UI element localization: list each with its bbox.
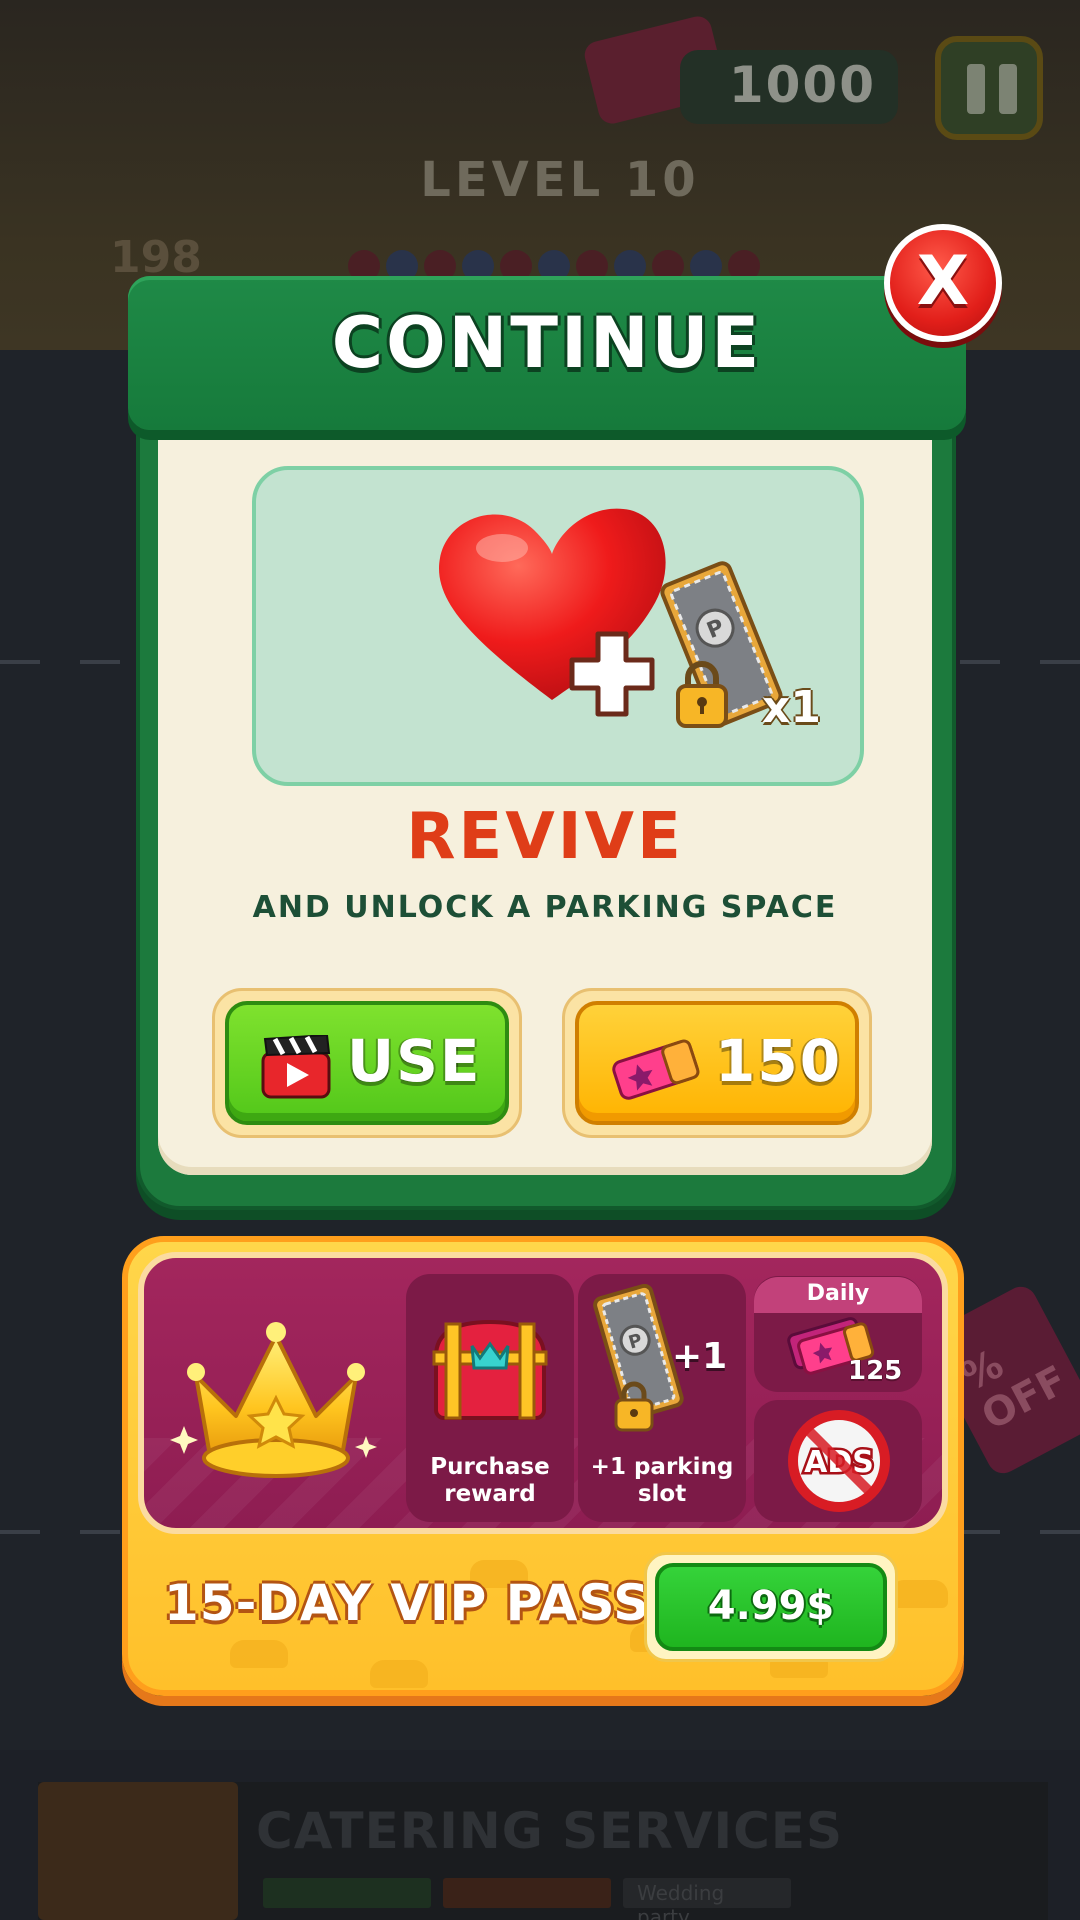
- revive-subtitle: AND UNLOCK A PARKING SPACE: [252, 890, 838, 925]
- vip-buy-button[interactable]: 4.99$: [644, 1552, 898, 1662]
- use-label: USE: [347, 1027, 482, 1095]
- daily-label: Daily: [754, 1277, 922, 1313]
- ad-banner[interactable]: CATERING SERVICES Wedding party: [38, 1782, 1048, 1920]
- vip-price[interactable]: 4.99$: [655, 1563, 887, 1651]
- buy-with-tickets-button[interactable]: 150: [562, 988, 872, 1138]
- buy-button-face[interactable]: 150: [575, 1001, 859, 1125]
- price-label: 150: [715, 1027, 843, 1095]
- vip-pass-title: 15-DAY VIP PASS: [164, 1574, 651, 1632]
- pause-icon: [967, 64, 985, 114]
- video-ad-icon: [261, 1033, 331, 1103]
- purchase-reward-label: Purchase reward: [430, 1454, 550, 1507]
- coin-counter: 1000: [680, 50, 898, 124]
- perk-no-ads: ADS: [754, 1400, 922, 1522]
- treasure-chest-icon: [426, 1316, 554, 1430]
- ad-title: CATERING SERVICES: [256, 1802, 843, 1860]
- ad-chips: Wedding party: [263, 1878, 791, 1920]
- daily-ticket-amount: 125: [848, 1356, 903, 1386]
- ticket-icon: [609, 1033, 701, 1107]
- use-button-face[interactable]: USE: [225, 1001, 509, 1125]
- no-ads-icon: ADS: [786, 1408, 892, 1518]
- ad-logo: [38, 1782, 238, 1920]
- close-button[interactable]: X: [884, 224, 1002, 342]
- modal-title: CONTINUE: [331, 302, 763, 384]
- parking-slot-label: +1 parking slot: [590, 1454, 734, 1507]
- ad-chip-label: Wedding party: [623, 1878, 791, 1920]
- watch-ad-use-button[interactable]: USE: [212, 988, 522, 1138]
- crown-icon: [166, 1306, 386, 1490]
- reward-quantity: x1: [762, 682, 821, 733]
- parking-slot-badge: +1: [672, 1336, 728, 1377]
- plus-icon: [568, 630, 656, 722]
- perk-parking-slot: P +1 parking slot: [578, 1274, 746, 1522]
- pause-icon: [999, 64, 1017, 114]
- revive-title: REVIVE: [406, 800, 684, 874]
- level-label: LEVEL 10: [420, 152, 700, 208]
- close-icon: X: [916, 242, 970, 321]
- perk-purchase-reward: Purchase reward: [406, 1274, 574, 1522]
- pause-button[interactable]: [935, 36, 1043, 140]
